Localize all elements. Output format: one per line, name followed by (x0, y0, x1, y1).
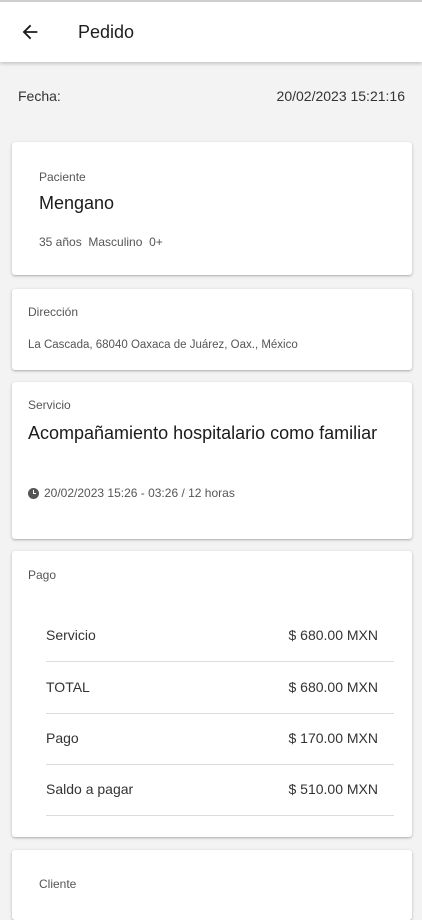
app-bar: Pedido (0, 0, 422, 62)
payment-row-label: Servicio (46, 627, 96, 643)
back-button[interactable] (14, 16, 46, 48)
payment-row-value: $ 170.00 MXN (288, 730, 379, 746)
payment-row-label: Saldo a pagar (46, 781, 134, 797)
patient-label: Paciente (39, 170, 86, 184)
patient-details: 35 años Masculino 0+ (39, 235, 163, 249)
client-label: Cliente (39, 877, 77, 891)
date-row: Fecha: 20/02/2023 15:21:16 (0, 84, 422, 110)
patient-blood-type: 0+ (149, 235, 163, 249)
service-time-text: 20/02/2023 15:26 - 03:26 / 12 horas (44, 486, 235, 500)
payment-row-total: TOTAL $ 680.00 MXN (46, 661, 394, 714)
date-label: Fecha: (18, 88, 61, 104)
address-text: La Cascada, 68040 Oaxaca de Juárez, Oax.… (28, 339, 298, 351)
payment-row-balance: Saldo a pagar $ 510.00 MXN (46, 763, 394, 816)
patient-sex: Masculino (88, 235, 143, 249)
client-card: Cliente (12, 850, 412, 920)
payment-row-value: $ 680.00 MXN (288, 627, 379, 643)
address-label: Dirección (28, 305, 79, 319)
date-value: 20/02/2023 15:21:16 (276, 88, 405, 104)
payment-row-label: Pago (46, 730, 79, 746)
clock-icon (28, 487, 39, 499)
service-title: Acompañamiento hospitalario como familia… (28, 423, 378, 443)
page-title: Pedido (78, 22, 135, 42)
service-card: Servicio Acompañamiento hospitalario com… (12, 382, 412, 539)
address-card: Dirección La Cascada, 68040 Oaxaca de Ju… (12, 289, 412, 370)
payment-row-label: TOTAL (46, 679, 90, 695)
service-label: Servicio (28, 398, 71, 412)
patient-age: 35 años (39, 235, 82, 249)
patient-name: Mengano (39, 193, 115, 213)
payment-label: Pago (28, 568, 57, 582)
service-time: 20/02/2023 15:26 - 03:26 / 12 horas (28, 486, 235, 500)
arrow-left-icon[interactable] (19, 21, 41, 43)
payment-row-value: $ 510.00 MXN (288, 781, 379, 797)
payment-row-value: $ 680.00 MXN (288, 679, 379, 695)
patient-card: Paciente Mengano 35 años Masculino 0+ (12, 142, 412, 275)
payment-row-service: Servicio $ 680.00 MXN (46, 609, 394, 662)
payment-card: Pago Servicio $ 680.00 MXN TOTAL $ 680.0… (12, 551, 412, 837)
payment-row-payment: Pago $ 170.00 MXN (46, 712, 394, 765)
